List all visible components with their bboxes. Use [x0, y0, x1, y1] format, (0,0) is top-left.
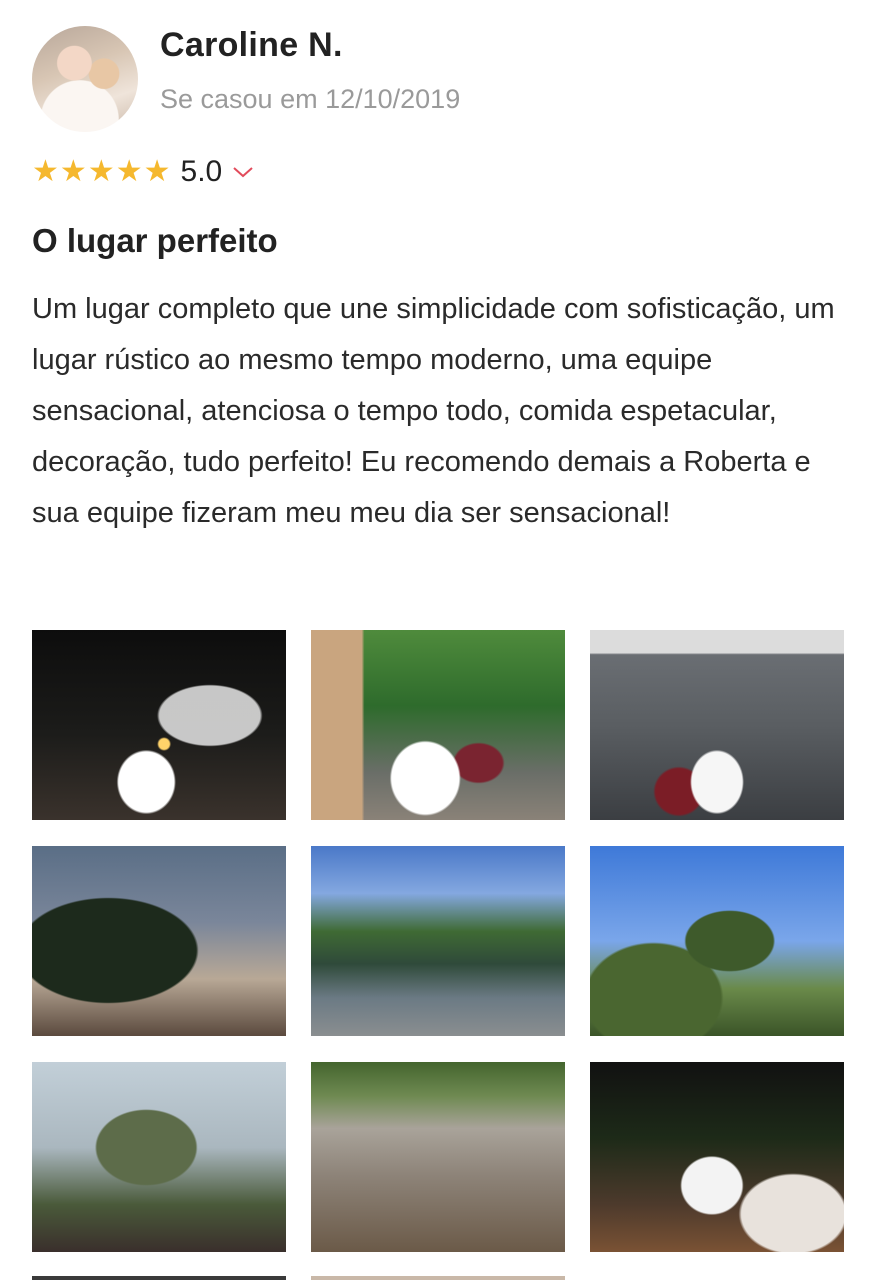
chevron-down-icon[interactable] [232, 165, 254, 179]
review-title: O lugar perfeito [32, 222, 278, 259]
avatar[interactable] [32, 26, 138, 132]
star-icon: ★ [32, 154, 59, 189]
review-photo[interactable] [590, 1062, 844, 1252]
review-photo[interactable] [32, 846, 286, 1036]
review-photo[interactable] [590, 630, 844, 820]
photo-grid [32, 630, 845, 1252]
review-photo[interactable] [590, 846, 844, 1036]
review-photo[interactable] [311, 630, 565, 820]
rating-score: 5.0 [180, 155, 223, 188]
review-photo[interactable] [32, 630, 286, 820]
star-icon: ★ [87, 154, 115, 189]
star-icon: ★ [115, 154, 143, 189]
review-header: Caroline N. Se casou em 12/10/2019 [32, 26, 852, 136]
author-name[interactable]: Caroline N. [160, 26, 343, 65]
review-photo[interactable] [311, 1062, 565, 1252]
star-icon: ★ [143, 154, 171, 189]
review-photo-partial[interactable] [32, 1276, 286, 1280]
review-body: Um lugar completo que une simplicidade c… [32, 293, 835, 529]
review-photo[interactable] [311, 846, 565, 1036]
rating-row[interactable]: ★ ★ ★ ★ ★ 5.0 [32, 150, 254, 194]
star-icon: ★ [59, 154, 87, 189]
review-photo-partial[interactable] [311, 1276, 565, 1280]
star-rating: ★ ★ ★ ★ ★ [32, 157, 171, 187]
married-date: Se casou em 12/10/2019 [160, 84, 461, 114]
review-photo[interactable] [32, 1062, 286, 1252]
